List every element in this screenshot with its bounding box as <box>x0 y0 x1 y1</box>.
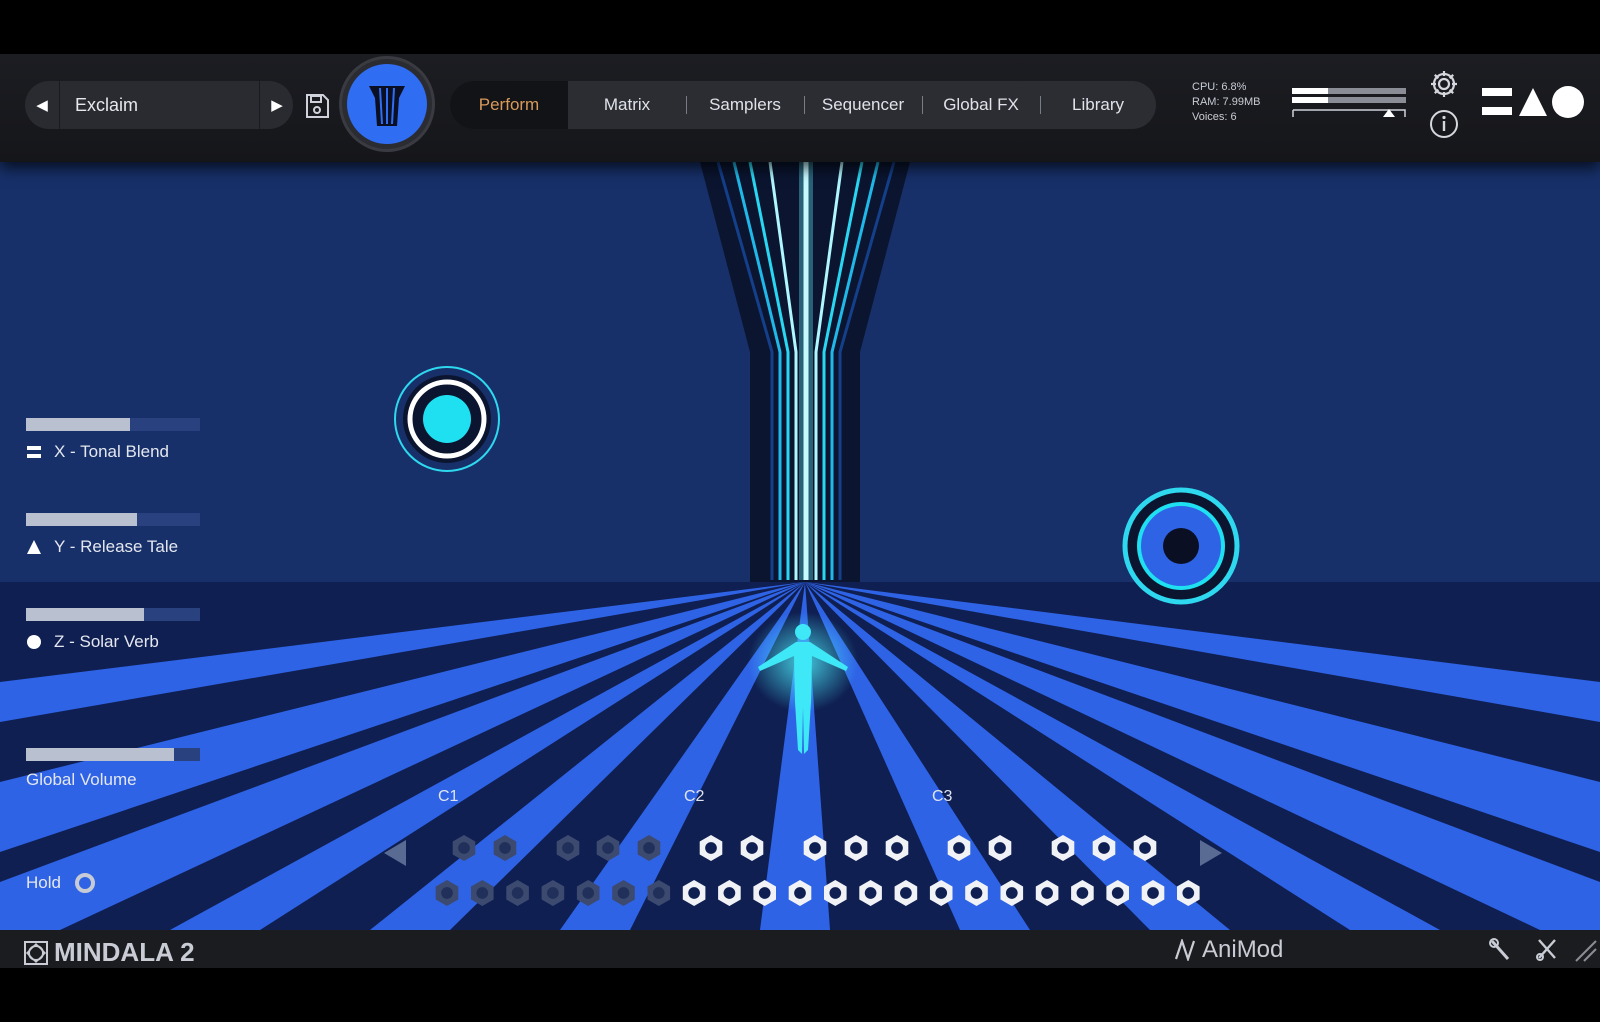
note-pad-bottom-8[interactable] <box>718 880 741 906</box>
play-icon[interactable]: ▶ <box>259 81 294 129</box>
note-pad-bottom-16[interactable] <box>1000 880 1024 906</box>
bottom-bar: MINDALA 2 AniMod <box>0 930 1600 968</box>
note-pad-top-10[interactable] <box>947 835 971 861</box>
top-bar: ◀ Exclaim ▶ Perform Matrix Samplers Sequ… <box>0 54 1600 162</box>
note-pad-top-2[interactable] <box>556 835 580 861</box>
note-pad-top-7[interactable] <box>803 835 827 861</box>
note-pad-bottom-12[interactable] <box>859 880 882 906</box>
note-pad-top-8[interactable] <box>844 835 868 861</box>
note-pad-bottom-20[interactable] <box>1141 880 1165 906</box>
animod-label: AniMod <box>1202 936 1284 963</box>
note-pad-bottom-6[interactable] <box>647 880 671 906</box>
footer-brand: MINDALA 2 <box>24 937 195 968</box>
brand-name: MINDALA 2 <box>54 937 195 967</box>
note-pad-top-3[interactable] <box>596 835 620 861</box>
note-pad-top-1[interactable] <box>493 835 517 861</box>
preset-name[interactable]: Exclaim <box>75 81 138 129</box>
note-pad-bottom-1[interactable] <box>471 880 494 906</box>
output-meter[interactable] <box>1292 84 1406 124</box>
note-pad-bottom-10[interactable] <box>788 880 812 906</box>
gear-icon[interactable] <box>1428 68 1460 100</box>
note-pad-bottom-21[interactable] <box>1177 880 1200 906</box>
wrench-icon[interactable] <box>1488 937 1514 963</box>
note-pad-bottom-4[interactable] <box>576 880 600 906</box>
save-icon[interactable] <box>303 92 331 120</box>
voices-readout: Voices: 6 <box>1192 111 1237 123</box>
chevron-left-icon[interactable]: ◀ <box>25 81 60 129</box>
tab-perform[interactable]: Perform <box>450 81 568 129</box>
note-pad-top-14[interactable] <box>1133 835 1157 861</box>
note-pad-bottom-5[interactable] <box>612 880 635 906</box>
note-pad-bottom-19[interactable] <box>1106 880 1129 906</box>
note-pad-bottom-3[interactable] <box>541 880 565 906</box>
instrument-logo-button[interactable] <box>347 64 427 144</box>
preset-selector[interactable]: ◀ Exclaim ▶ <box>25 81 293 129</box>
note-pad-top-5[interactable] <box>699 835 723 861</box>
note-pad-bottom-14[interactable] <box>929 880 953 906</box>
tab-library[interactable]: Library <box>1040 81 1156 129</box>
app-window: ◀ Exclaim ▶ Perform Matrix Samplers Sequ… <box>0 0 1600 1022</box>
note-pad-top-0[interactable] <box>452 835 476 861</box>
logo-icon <box>369 86 405 126</box>
animod-logo[interactable]: AniMod <box>1174 936 1283 964</box>
note-pad-top-11[interactable] <box>988 835 1012 861</box>
note-pad-bottom-18[interactable] <box>1071 880 1094 906</box>
ram-readout: RAM: 7.99MB <box>1192 96 1261 108</box>
note-pad-top-4[interactable] <box>637 835 661 861</box>
note-pad-bottom-7[interactable] <box>682 880 706 906</box>
note-pad-bottom-2[interactable] <box>506 880 529 906</box>
tab-sequencer[interactable]: Sequencer <box>804 81 922 129</box>
tab-global-fx[interactable]: Global FX <box>922 81 1040 129</box>
perform-stage[interactable]: X - Tonal Blend Y - Release Tale Z - Sol… <box>0 162 1600 930</box>
note-pad-bottom-11[interactable] <box>824 880 847 906</box>
performance-stats: CPU: 6.8% RAM: 7.99MB Voices: 6 <box>1192 80 1260 125</box>
note-pad-bottom-15[interactable] <box>965 880 988 906</box>
note-pad-top-6[interactable] <box>740 835 764 861</box>
tab-matrix[interactable]: Matrix <box>568 81 686 129</box>
note-pad-top-12[interactable] <box>1051 835 1075 861</box>
note-pad-top-13[interactable] <box>1092 835 1116 861</box>
info-icon[interactable] <box>1428 108 1460 140</box>
note-pad-bottom-17[interactable] <box>1035 880 1059 906</box>
note-pad-top-9[interactable] <box>885 835 909 861</box>
note-keyboard[interactable] <box>0 162 1600 930</box>
note-pad-bottom-0[interactable] <box>435 880 459 906</box>
scissors-icon[interactable] <box>1534 937 1560 963</box>
cpu-readout: CPU: 6.8% <box>1192 81 1247 93</box>
mandala-logo-icon <box>24 940 48 965</box>
note-pad-bottom-13[interactable] <box>894 880 918 906</box>
animod-wave-icon <box>1174 939 1196 961</box>
main-tabs: Perform Matrix Samplers Sequencer Global… <box>450 81 1156 129</box>
resize-grip-icon[interactable] <box>1572 937 1598 963</box>
brand-shapes-icon <box>1482 86 1584 118</box>
tab-samplers[interactable]: Samplers <box>686 81 804 129</box>
note-pad-bottom-9[interactable] <box>753 880 776 906</box>
